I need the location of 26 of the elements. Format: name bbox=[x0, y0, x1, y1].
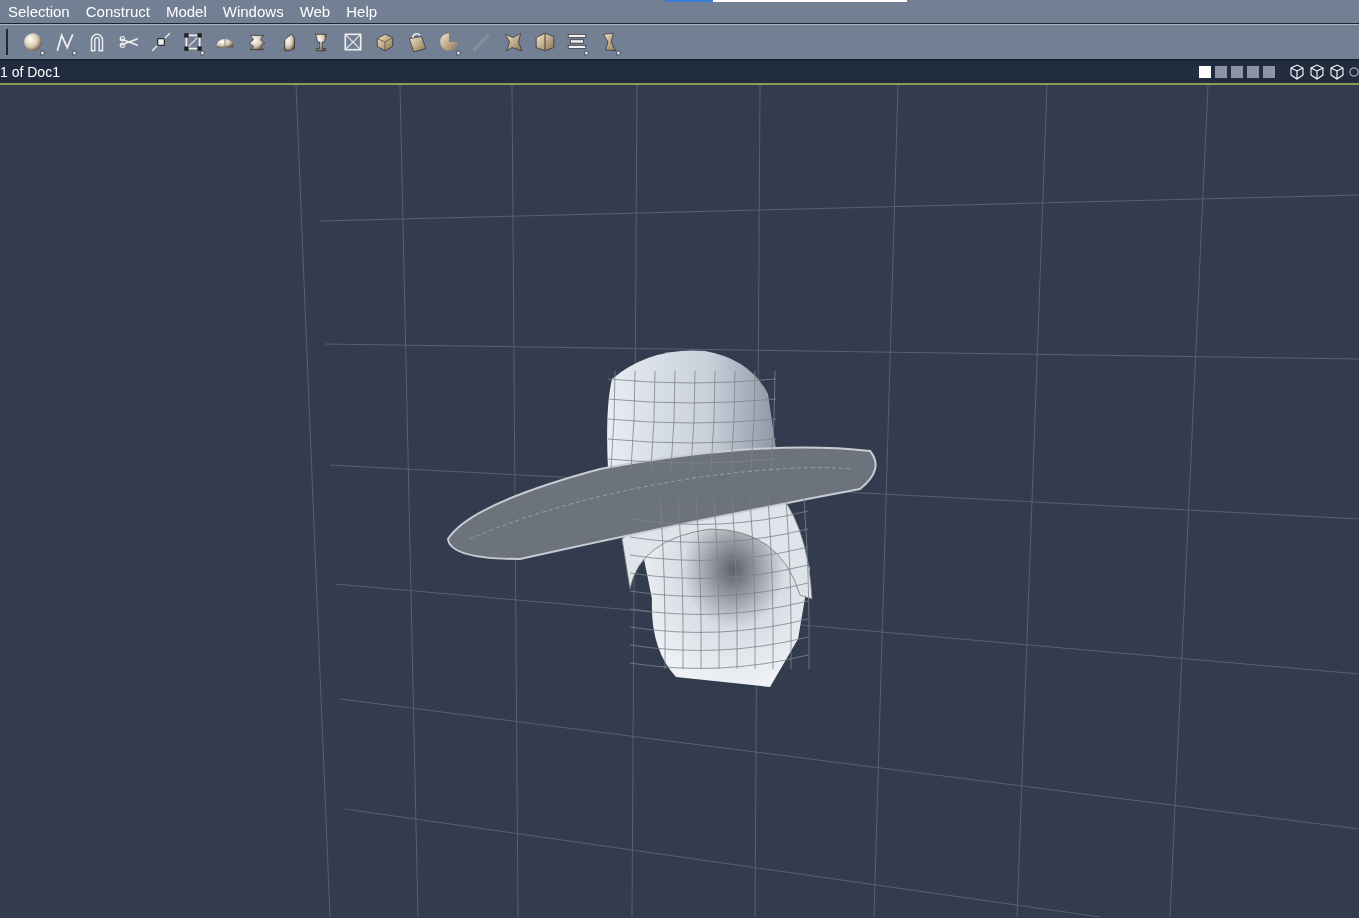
sphere-icon bbox=[22, 31, 44, 53]
menu-item[interactable]: Windows bbox=[214, 0, 292, 23]
point-icon bbox=[150, 31, 172, 53]
view-cube-icon[interactable] bbox=[1309, 64, 1325, 80]
menu-item[interactable]: Construct bbox=[77, 0, 158, 23]
folded-shape-icon bbox=[534, 31, 556, 53]
bag-icon bbox=[406, 31, 428, 53]
caret-icon bbox=[40, 50, 46, 56]
caret-icon bbox=[200, 50, 206, 56]
viewport-title: 1 of Doc1 bbox=[0, 64, 60, 80]
caret-icon bbox=[616, 50, 622, 56]
menu-item[interactable]: Model bbox=[157, 0, 215, 23]
square-icon bbox=[182, 31, 204, 53]
cube-icon bbox=[374, 31, 396, 53]
menu-item[interactable]: Web bbox=[291, 0, 339, 23]
crossed-box-icon bbox=[342, 31, 364, 53]
twisted-shape-icon bbox=[502, 31, 524, 53]
menu-item[interactable]: Help bbox=[338, 0, 386, 23]
circle-icon[interactable] bbox=[1349, 64, 1359, 80]
polyline-icon bbox=[54, 31, 76, 53]
view-cube-icon[interactable] bbox=[1289, 64, 1305, 80]
caret-icon bbox=[456, 50, 462, 56]
menu-item[interactable]: Selection bbox=[0, 0, 78, 23]
caret-icon bbox=[584, 50, 590, 56]
caret-icon bbox=[72, 50, 78, 56]
view-cube-icon[interactable] bbox=[1329, 64, 1345, 80]
